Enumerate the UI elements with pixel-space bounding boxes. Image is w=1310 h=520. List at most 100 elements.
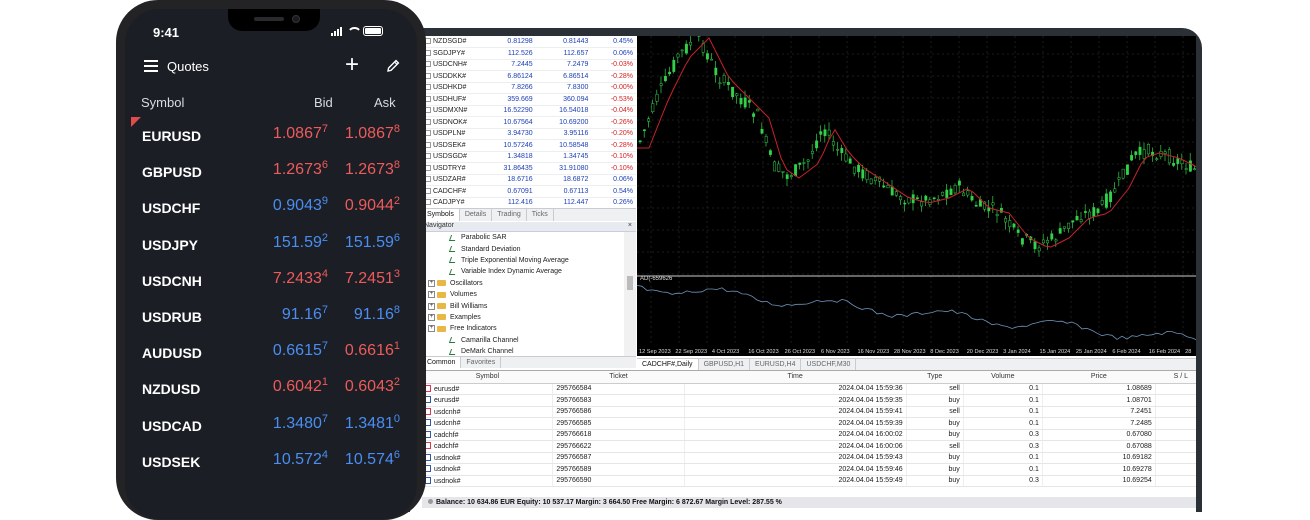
trade-column-header[interactable]: S / L	[1155, 371, 1196, 383]
trade-column-header[interactable]: Price	[1042, 371, 1155, 383]
navigator-item[interactable]: +Oscillators	[422, 278, 624, 289]
quote-ask[interactable]: 1.26738	[345, 161, 400, 179]
market-watch-row[interactable]: USDPLN#3.947303.95116-0.20%	[422, 128, 636, 140]
expand-icon[interactable]: +	[428, 303, 435, 310]
navigator-item[interactable]: DeMark Channel	[422, 346, 624, 356]
quote-bid[interactable]: 0.60421	[273, 378, 328, 396]
quote-row[interactable]: USDRUB91.16791.168	[125, 300, 417, 336]
trade-column-header[interactable]: Symbol	[422, 371, 553, 383]
trade-row[interactable]: cadchf#2957666182024.04.04 16:00:02buy0.…	[422, 429, 1196, 441]
market-watch-row[interactable]: USDTRY#31.8643531.91080-0.10%	[422, 163, 636, 175]
quote-ask[interactable]: 10.5746	[345, 451, 400, 469]
quote-row[interactable]: NZDUSD0.604210.60432	[125, 372, 417, 408]
navigator-item[interactable]: +Examples	[422, 312, 624, 323]
trade-row[interactable]: usdcnh#2957665862024.04.04 15:59:41sell0…	[422, 406, 1196, 418]
chart-tab[interactable]: EURUSD,H4	[750, 359, 801, 370]
trade-column-header[interactable]: Ticket	[553, 371, 684, 383]
market-watch-row[interactable]: USDDKK#6.861246.86514-0.28%	[422, 71, 636, 83]
add-symbol-button[interactable]: +	[345, 54, 359, 76]
trade-column-header[interactable]: Type	[906, 371, 963, 383]
scrollbar-thumb[interactable]	[627, 276, 633, 290]
market-watch-row[interactable]: CADJPY#112.416112.4470.26%	[422, 197, 636, 209]
trade-row[interactable]: usdnok#2957665902024.04.04 15:59:49buy0.…	[422, 475, 1196, 487]
trade-row[interactable]: usdnok#2957665872024.04.04 15:59:43buy0.…	[422, 452, 1196, 464]
quote-row[interactable]: GBPUSD1.267361.26738	[125, 155, 417, 191]
candle-body	[765, 136, 767, 142]
mw-bid: 10.57246	[480, 140, 536, 152]
mw-symbol: USDNOK#	[422, 117, 480, 129]
navigator-scrollbar[interactable]	[624, 232, 636, 356]
quote-row[interactable]: USDCNH7.243347.24513	[125, 264, 417, 300]
market-watch-row[interactable]: USDHUF#359.669360.094-0.53%	[422, 94, 636, 106]
quote-bid[interactable]: 7.24334	[273, 270, 328, 288]
navigator-item[interactable]: +Free Indicators	[422, 323, 624, 334]
quote-row[interactable]: EURUSD1.086771.08678	[125, 119, 417, 155]
edit-icon[interactable]	[385, 58, 401, 74]
market-watch-row[interactable]: USDSGD#1.348181.34745-0.10%	[422, 151, 636, 163]
chart-tab[interactable]: CADCHF#,Daily	[637, 359, 699, 370]
navigator-item[interactable]: Parabolic SAR	[422, 232, 624, 243]
quote-bid[interactable]: 0.66157	[273, 342, 328, 360]
quote-ask[interactable]: 0.90442	[345, 197, 400, 215]
menu-icon[interactable]	[144, 60, 158, 71]
quote-bid[interactable]: 10.5724	[273, 451, 328, 469]
tab-ticks[interactable]: Ticks	[527, 209, 554, 221]
quote-ask[interactable]: 91.168	[354, 306, 400, 324]
quote-ask[interactable]: 1.34810	[345, 415, 400, 433]
expand-icon[interactable]: +	[428, 325, 435, 332]
chart-tab[interactable]: GBPUSD,H1	[699, 359, 750, 370]
quote-bid[interactable]: 1.26736	[273, 161, 328, 179]
quote-row[interactable]: AUDUSD0.661570.66161	[125, 336, 417, 372]
chart-tab[interactable]: USDCHF,M30	[801, 359, 856, 370]
market-watch-row[interactable]: CADCHF#0.670910.671130.54%	[422, 186, 636, 198]
tab-common[interactable]: Common	[422, 357, 461, 368]
trade-row[interactable]: usdnok#2957665892024.04.04 15:59:46buy0.…	[422, 464, 1196, 476]
trade-column-header[interactable]: Volume	[963, 371, 1042, 383]
x-tick-label: 3 Jan 2024	[1003, 349, 1031, 355]
expand-icon[interactable]: +	[428, 280, 435, 287]
quote-ask[interactable]: 0.60432	[345, 378, 400, 396]
quote-bid[interactable]: 151.592	[273, 234, 328, 252]
price-chart[interactable]: 12 Sep 202322 Sep 20234 Oct 202316 Oct 2…	[637, 36, 1196, 356]
market-watch-row[interactable]: USDNOK#10.6756410.69200-0.26%	[422, 117, 636, 129]
expand-icon[interactable]: +	[428, 314, 435, 321]
chart-canvas[interactable]: 12 Sep 202322 Sep 20234 Oct 202316 Oct 2…	[637, 36, 1196, 356]
quote-row[interactable]: USDCAD1.348071.34810	[125, 409, 417, 445]
navigator-item[interactable]: Variable Index Dynamic Average	[422, 266, 624, 277]
market-watch-row[interactable]: USDHKD#7.82667.8300-0.00%	[422, 82, 636, 94]
quote-ask[interactable]: 0.66161	[345, 342, 400, 360]
quote-ask[interactable]: 1.08678	[345, 125, 400, 143]
quote-ask[interactable]: 7.24513	[345, 270, 400, 288]
quote-bid[interactable]: 1.34807	[273, 415, 328, 433]
market-watch-row[interactable]: USDCNH#7.24457.2479-0.03%	[422, 59, 636, 71]
navigator-item[interactable]: Standard Deviation	[422, 243, 624, 254]
trade-row[interactable]: cadchf#2957666222024.04.04 16:00:06sell0…	[422, 441, 1196, 453]
market-watch-row[interactable]: SGDJPY#112.526112.6570.06%	[422, 48, 636, 60]
market-watch-row[interactable]: NZDSGD#0.812980.814430.45%	[422, 36, 636, 48]
trade-row[interactable]: eurusd#2957665832024.04.04 15:59:35buy0.…	[422, 395, 1196, 407]
navigator-item[interactable]: +Bill Williams	[422, 300, 624, 311]
navigator-item[interactable]: Triple Exponential Moving Average	[422, 255, 624, 266]
quote-bid[interactable]: 1.08677	[273, 125, 328, 143]
trade-row[interactable]: eurusd#2957665842024.04.04 15:59:36sell0…	[422, 383, 1196, 395]
quote-bid[interactable]: 0.90439	[273, 197, 328, 215]
quote-row[interactable]: USDJPY151.592151.596	[125, 228, 417, 264]
tab-details[interactable]: Details	[460, 209, 492, 221]
quote-row[interactable]: USDSEK10.572410.5746	[125, 445, 417, 481]
market-watch-row[interactable]: USDZAR#18.671618.68720.06%	[422, 174, 636, 186]
quote-row[interactable]: USDCHF0.904390.90442	[125, 191, 417, 227]
navigator-item[interactable]: +Volumes	[422, 289, 624, 300]
tab-trading[interactable]: Trading	[492, 209, 526, 221]
market-watch-row[interactable]: USDSEK#10.5724610.58548-0.28%	[422, 140, 636, 152]
tab-symbols[interactable]: Symbols	[422, 209, 460, 221]
quote-ask[interactable]: 151.596	[345, 234, 400, 252]
mw-change: 0.06%	[591, 48, 636, 60]
trade-row[interactable]: usdcnh#2957665852024.04.04 15:59:39buy0.…	[422, 418, 1196, 430]
market-watch-row[interactable]: USDMXN#16.5229016.54018-0.04%	[422, 105, 636, 117]
expand-icon[interactable]: +	[428, 291, 435, 298]
close-icon[interactable]: ×	[628, 222, 632, 229]
navigator-item[interactable]: Camarilla Channel	[422, 335, 624, 346]
trade-column-header[interactable]: Time	[684, 371, 906, 383]
quote-bid[interactable]: 91.167	[282, 306, 328, 324]
tab-favorites[interactable]: Favorites	[461, 357, 501, 368]
